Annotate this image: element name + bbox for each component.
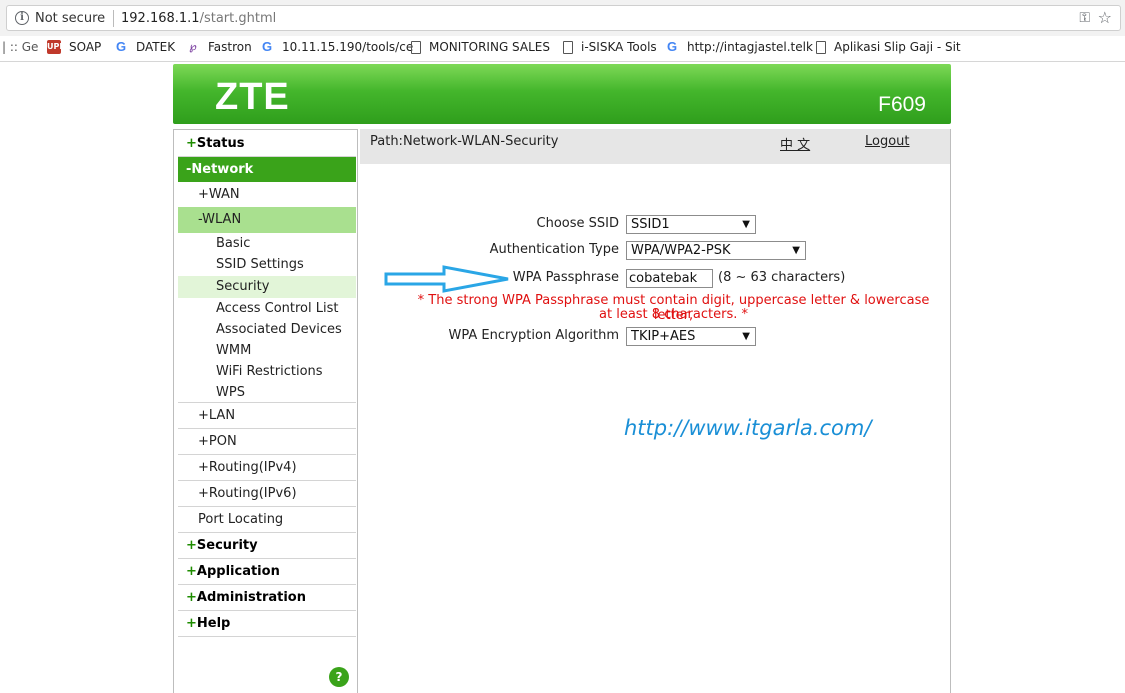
encryption-select[interactable]: TKIP+AES ▼ [626,327,756,346]
menu-wlan-ssid-settings[interactable]: SSID Settings [178,254,356,275]
menu-application[interactable]: +Application [178,559,356,585]
encryption-selected-value: TKIP+AES [631,329,696,344]
menu-label: Administration [196,590,306,605]
page-icon [563,40,573,54]
url-path: /start.ghtml [199,11,277,26]
menu-status[interactable]: +Status [178,131,356,157]
menu-wlan-security[interactable]: Security [178,276,356,298]
menu-pon[interactable]: +PON [178,429,356,455]
bookmark-label: DATEK [136,40,176,54]
help-icon[interactable]: ? [329,667,349,687]
expand-icon: + [186,616,197,631]
fastron-icon: ℘ [189,40,197,53]
bookmark-item[interactable]: G DATEK [114,39,176,55]
expand-icon: + [186,136,197,151]
menu-label: Application [196,564,280,579]
bookmark-label: i-SISKA Tools [581,40,657,54]
address-bar[interactable]: i Not secure 192.168.1.1/start.ghtml ⚿ ☆ [6,5,1121,31]
expand-icon: + [186,590,197,605]
menu-routing-ipv4[interactable]: +Routing(IPv4) [178,455,356,481]
bookmark-item[interactable]: i-SISKA Tools [563,40,657,54]
main-content: Path:Network-WLAN-Security 中 文 Logout [360,129,951,693]
dropdown-arrow-icon: ▼ [742,219,750,230]
menu-routing-ipv6[interactable]: +Routing(IPv6) [178,481,356,507]
google-icon: G [666,39,678,54]
menu-label: Status [196,136,245,151]
bookmark-item[interactable]: G 10.11.15.190/tools/ce [260,39,414,55]
menu-port-locating[interactable]: Port Locating [178,507,356,533]
menu-label: Security [196,538,258,553]
menu-wlan[interactable]: -WLAN [178,207,356,233]
passphrase-hint: (8 ~ 63 characters) [718,270,846,285]
router-header: ZTE F609 [173,64,951,124]
menu-label: Help [196,616,231,631]
url-text[interactable]: 192.168.1.1/start.ghtml [121,11,276,26]
menu-wlan-associated-devices[interactable]: Associated Devices [178,319,356,340]
star-icon[interactable]: ☆ [1098,8,1112,27]
auth-type-select[interactable]: WPA/WPA2-PSK ▼ [626,241,806,260]
menu-wlan-wifi-restrictions[interactable]: WiFi Restrictions [178,361,356,382]
menu-wlan-wps[interactable]: WPS [178,382,356,403]
bookmark-label: http://intagjastel.telk [687,40,813,54]
bookmark-item[interactable]: | :: Ge [2,40,38,54]
sidebar-menu: +Status -Network +WAN -WLAN Basic SSID S… [173,129,358,693]
dropdown-arrow-icon: ▼ [742,331,750,342]
menu-lan[interactable]: +LAN [178,403,356,429]
bookmark-label: Fastron [208,40,252,54]
language-link[interactable]: 中 文 [780,134,810,153]
page-icon [411,40,421,54]
menu-wlan-wmm[interactable]: WMM [178,340,356,361]
google-icon: G [115,39,127,54]
bookmark-item[interactable]: Aplikasi Slip Gaji - Sit [816,40,961,54]
bookmarks-bar: | :: Ge UPI SOAP G DATEK ℘ Fastron G 10.… [0,36,1125,62]
watermark-text: http://www.itgarla.com/ [624,416,872,440]
browser-toolbar: i Not secure 192.168.1.1/start.ghtml ⚿ ☆ [0,0,1125,36]
bookmark-label: MONITORING SALES [429,40,550,54]
bookmark-item[interactable]: UPI SOAP [47,40,101,54]
breadcrumb: Path:Network-WLAN-Security [370,134,559,149]
bookmark-item[interactable]: G http://intagjastel.telk [665,39,813,55]
bookmark-label: 10.11.15.190/tools/ce [282,40,414,54]
ssid-selected-value: SSID1 [631,217,670,232]
path-bar: Path:Network-WLAN-Security 中 文 Logout [360,129,950,164]
bookmark-label: | :: Ge [2,40,39,54]
passphrase-warning-line2: at least 8 characters. * [599,307,748,322]
menu-help[interactable]: +Help [178,611,356,637]
bookmark-label: SOAP [69,40,102,54]
auth-type-label: Authentication Type [489,242,619,257]
model-name: F609 [878,93,926,116]
encryption-label: WPA Encryption Algorithm [448,328,619,343]
info-icon[interactable]: i [15,11,29,25]
upi-icon: UPI [47,40,62,54]
key-icon[interactable]: ⚿ [1079,10,1090,26]
url-host: 192.168.1.1 [121,11,200,26]
menu-administration[interactable]: +Administration [178,585,356,611]
security-label[interactable]: Not secure [35,11,105,26]
google-icon: G [261,39,273,54]
menu-wlan-basic[interactable]: Basic [178,233,356,254]
bookmark-label: Aplikasi Slip Gaji - Sit [834,40,961,54]
page-icon [816,40,826,54]
passphrase-input[interactable]: cobatebak [626,269,713,288]
menu-security[interactable]: +Security [178,533,356,559]
passphrase-label: WPA Passphrase [512,270,619,285]
separator [113,10,114,27]
auth-type-selected-value: WPA/WPA2-PSK [631,243,731,258]
zte-logo: ZTE [215,76,290,118]
menu-wlan-access-control-list[interactable]: Access Control List [178,298,356,319]
bookmark-item[interactable]: MONITORING SALES [411,40,550,54]
expand-icon: + [186,564,197,579]
expand-icon: + [186,538,197,553]
choose-ssid-label: Choose SSID [536,216,619,231]
menu-network[interactable]: -Network [178,157,356,182]
dropdown-arrow-icon: ▼ [792,245,800,256]
menu-wan[interactable]: +WAN [178,182,356,208]
bookmark-item[interactable]: ℘ Fastron [186,40,252,54]
ssid-select[interactable]: SSID1 ▼ [626,215,756,234]
logout-link[interactable]: Logout [865,134,910,149]
